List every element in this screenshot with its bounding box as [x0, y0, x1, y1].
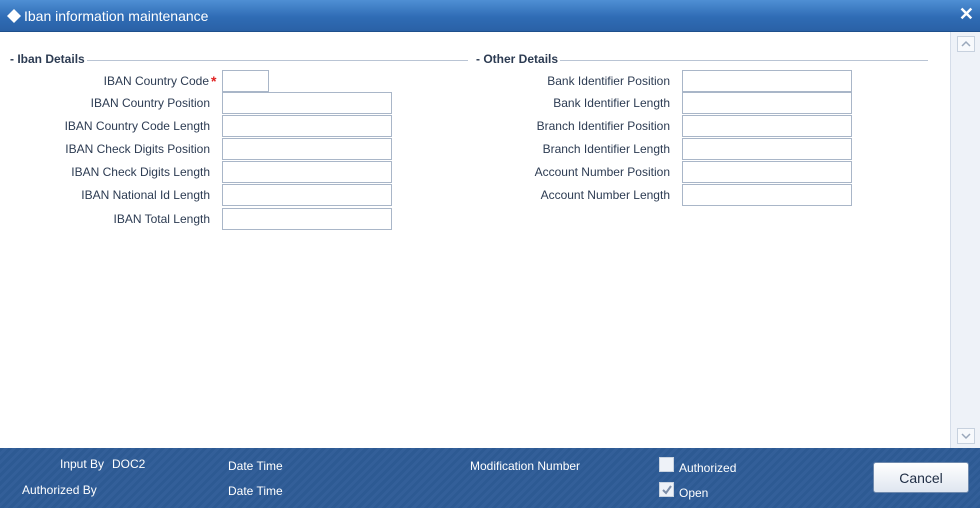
account-number-position-input[interactable] [682, 161, 852, 183]
open-label: Open [679, 486, 709, 500]
branch-identifier-length-input[interactable] [682, 138, 852, 160]
bank-identifier-length-label: Bank Identifier Length [553, 96, 670, 110]
account-number-length-label: Account Number Length [540, 188, 670, 202]
date-time-label-input: Date Time [228, 459, 283, 473]
field-account-number-length: Account Number Length [470, 184, 870, 206]
chevron-up-icon [961, 40, 971, 47]
chevron-down-icon [961, 433, 971, 440]
other-details-heading: - Other Details [474, 52, 561, 66]
iban-country-position-label: IBAN Country Position [90, 96, 210, 110]
title-bar: Iban information maintenance ✕ [0, 0, 980, 32]
scroll-down-button[interactable] [957, 428, 975, 444]
iban-check-digits-position-label: IBAN Check Digits Position [65, 142, 210, 156]
window-diamond-icon [7, 9, 21, 23]
other-details-heading-text: Other Details [483, 52, 559, 66]
account-number-length-input[interactable] [682, 184, 852, 206]
field-iban-national-id-length: IBAN National Id Length [0, 184, 470, 206]
iban-national-id-length-label: IBAN National Id Length [81, 188, 210, 202]
window-title: Iban information maintenance [24, 8, 209, 24]
account-number-position-label: Account Number Position [534, 165, 670, 179]
field-branch-identifier-position: Branch Identifier Position [470, 115, 870, 137]
iban-country-code-length-label: IBAN Country Code Length [64, 119, 210, 133]
field-account-number-position: Account Number Position [470, 161, 870, 183]
field-iban-check-digits-length: IBAN Check Digits Length [0, 161, 470, 183]
input-by-label: Input By [60, 457, 105, 471]
authorized-checkbox[interactable] [659, 457, 674, 472]
field-bank-identifier-length: Bank Identifier Length [470, 92, 870, 114]
field-iban-country-code-length: IBAN Country Code Length [0, 115, 470, 137]
branch-identifier-position-label: Branch Identifier Position [536, 119, 670, 133]
bank-identifier-position-label: Bank Identifier Position [547, 74, 670, 88]
iban-details-heading-text: Iban Details [17, 52, 85, 66]
open-checkbox[interactable] [659, 482, 674, 497]
scroll-up-button[interactable] [957, 36, 975, 52]
date-time-label-authorized: Date Time [228, 484, 283, 498]
form-content: - Iban Details IBAN Country Code * IBAN … [0, 32, 950, 448]
field-iban-total-length: IBAN Total Length [0, 208, 470, 230]
bank-identifier-length-input[interactable] [682, 92, 852, 114]
branch-identifier-position-input[interactable] [682, 115, 852, 137]
authorized-label: Authorized [679, 461, 737, 475]
iban-country-code-input[interactable] [222, 70, 269, 92]
field-iban-check-digits-position: IBAN Check Digits Position [0, 138, 470, 160]
iban-check-digits-length-input[interactable] [222, 161, 392, 183]
field-bank-identifier-position: Bank Identifier Position [470, 70, 870, 92]
iban-country-code-label: IBAN Country Code [103, 74, 209, 88]
iban-national-id-length-input[interactable] [222, 184, 392, 206]
iban-country-code-length-input[interactable] [222, 115, 392, 137]
iban-check-digits-length-label: IBAN Check Digits Length [71, 165, 210, 179]
iban-total-length-input[interactable] [222, 208, 392, 230]
iban-country-position-input[interactable] [222, 92, 392, 114]
authorized-by-label: Authorized By [22, 483, 97, 497]
input-by-value: DOC2 [112, 457, 146, 471]
close-icon[interactable]: ✕ [959, 4, 974, 24]
iban-check-digits-position-input[interactable] [222, 138, 392, 160]
audit-footer: Input By DOC2 Authorized By Date Time Da… [0, 448, 980, 508]
checkmark-icon [662, 485, 672, 495]
field-iban-country-position: IBAN Country Position [0, 92, 470, 114]
required-marker: * [211, 73, 217, 89]
modification-number-label: Modification Number [470, 459, 581, 473]
vertical-scrollbar[interactable] [950, 32, 980, 448]
bank-identifier-position-input[interactable] [682, 70, 852, 92]
branch-identifier-length-label: Branch Identifier Length [542, 142, 670, 156]
iban-details-heading: - Iban Details [8, 52, 87, 66]
iban-total-length-label: IBAN Total Length [113, 212, 210, 226]
field-iban-country-code: IBAN Country Code * [0, 70, 470, 92]
cancel-button[interactable]: Cancel [873, 462, 969, 493]
field-branch-identifier-length: Branch Identifier Length [470, 138, 870, 160]
